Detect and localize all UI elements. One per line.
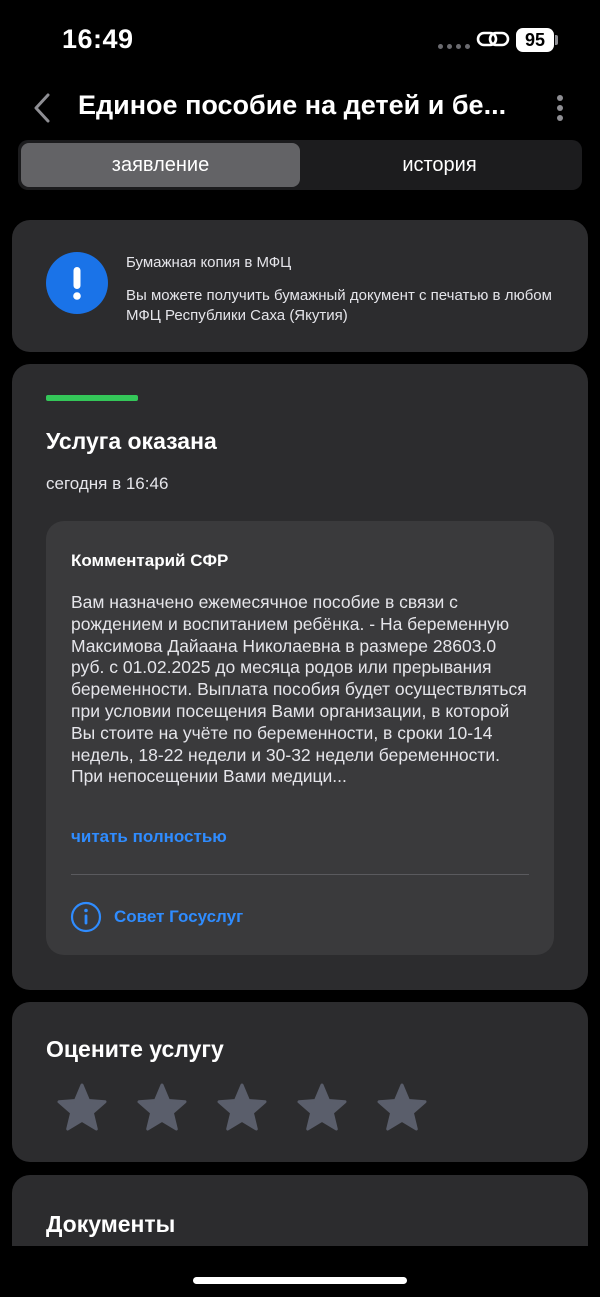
status-progress-line	[46, 395, 138, 401]
battery-icon: 95	[516, 28, 554, 52]
home-indicator[interactable]	[193, 1277, 407, 1284]
more-options-button[interactable]	[548, 88, 572, 128]
divider	[71, 874, 529, 875]
notice-title: Бумажная копия в МФЦ	[126, 254, 292, 271]
notice-text: Вы можете получить бумажный документ с п…	[126, 287, 552, 324]
star-icon[interactable]	[376, 1082, 428, 1134]
comment-text: Вам назначено ежемесячное пособие в связ…	[71, 592, 527, 787]
signal-icon	[438, 44, 470, 49]
segmented-tabs: заявление история	[18, 140, 582, 190]
chevron-left-icon	[34, 93, 50, 123]
status-bar: 16:49 95	[0, 0, 600, 80]
header: Единое пособие на детей и бе...	[0, 80, 600, 136]
service-status-card: Услуга оказана сегодня в 16:46 Комментар…	[12, 364, 588, 990]
rating-title: Оцените услугу	[46, 1036, 224, 1062]
page-title: Единое пособие на детей и бе...	[78, 90, 507, 120]
star-rating	[56, 1082, 428, 1134]
link-icon	[476, 31, 510, 47]
star-icon[interactable]	[136, 1082, 188, 1134]
battery-tip	[555, 35, 558, 45]
back-button[interactable]	[26, 88, 58, 128]
bottom-area	[0, 1246, 600, 1297]
exclamation-icon	[46, 252, 108, 314]
gosuslugi-advice-link[interactable]: Совет Госуслуг	[70, 901, 243, 933]
star-icon[interactable]	[56, 1082, 108, 1134]
read-more-link[interactable]: читать полностью	[71, 827, 227, 847]
tab-application[interactable]: заявление	[21, 143, 300, 187]
tab-history[interactable]: история	[300, 143, 579, 187]
mfc-notice-card: Бумажная копия в МФЦ Вы можете получить …	[12, 220, 588, 352]
comment-title: Комментарий СФР	[71, 551, 229, 570]
info-icon	[70, 901, 102, 933]
star-icon[interactable]	[296, 1082, 348, 1134]
documents-title: Документы	[46, 1211, 176, 1237]
status-time: 16:49	[62, 24, 134, 54]
status-title: Услуга оказана	[46, 428, 217, 454]
rating-card: Оцените услугу	[12, 1002, 588, 1162]
comment-box: Комментарий СФР Вам назначено ежемесячно…	[46, 521, 554, 955]
advice-label: Совет Госуслуг	[114, 907, 244, 926]
star-icon[interactable]	[216, 1082, 268, 1134]
status-date: сегодня в 16:46	[46, 474, 169, 493]
